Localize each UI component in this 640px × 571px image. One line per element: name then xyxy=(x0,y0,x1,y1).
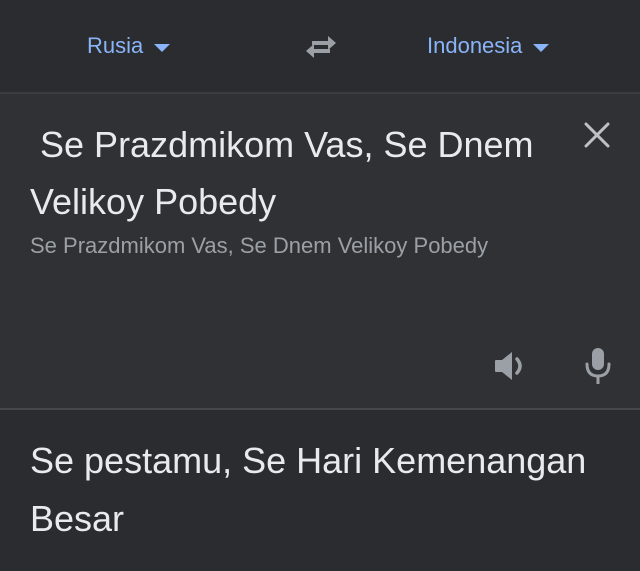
microphone-icon xyxy=(585,348,611,384)
close-icon xyxy=(584,122,610,148)
language-bar: Rusia Indonesia xyxy=(0,0,640,94)
voice-input-button[interactable] xyxy=(582,346,614,386)
source-language-label: Rusia xyxy=(87,33,144,58)
source-language-selector[interactable]: Rusia xyxy=(87,33,171,59)
source-input-panel: Se Prazdmikom Vas, Se Dnem Velikoy Pobed… xyxy=(0,94,640,410)
speaker-icon xyxy=(495,352,522,380)
target-language-label: Indonesia xyxy=(427,33,523,58)
swap-arrows-icon xyxy=(306,36,336,58)
translation-result-panel: Se pestamu, Se Hari Kemenangan Besar xyxy=(0,410,640,571)
translate-app: Rusia Indonesia Se Prazdmikom Vas, Se Dn… xyxy=(0,0,640,571)
swap-languages-button[interactable] xyxy=(300,30,342,64)
target-language-selector[interactable]: Indonesia xyxy=(427,33,550,59)
caret-down-icon xyxy=(154,43,171,52)
listen-source-button[interactable] xyxy=(492,348,532,384)
translation-output-text: Se pestamu, Se Hari Kemenangan Besar xyxy=(30,440,587,539)
clear-input-button[interactable] xyxy=(581,119,613,151)
caret-down-icon xyxy=(533,43,550,52)
source-text-input[interactable]: Se Prazdmikom Vas, Se Dnem Velikoy Pobed… xyxy=(30,116,550,230)
transliteration-text: Se Prazdmikom Vas, Se Dnem Velikoy Pobed… xyxy=(30,233,489,258)
